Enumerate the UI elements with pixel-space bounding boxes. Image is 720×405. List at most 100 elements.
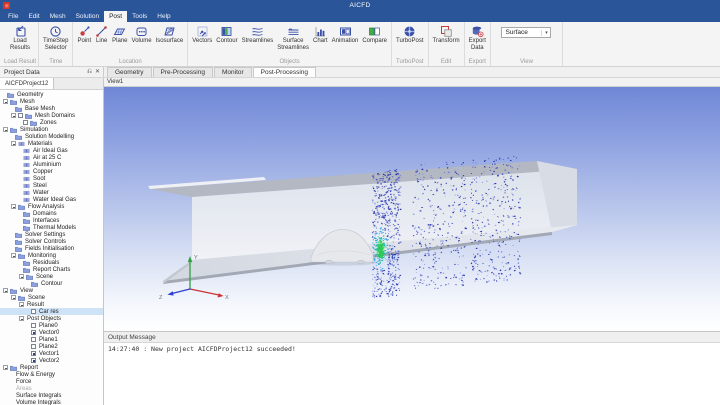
tree-item-vector1[interactable]: Vector1 xyxy=(0,350,103,357)
collapse-expander-icon[interactable] xyxy=(11,141,16,146)
tree-item-air-ideal-gas[interactable]: Air Ideal Gas xyxy=(0,147,103,154)
ribbon-button-load-results[interactable]: Load Results xyxy=(8,23,32,53)
tree-item-force[interactable]: Force xyxy=(0,378,103,385)
ribbon-button-streamlines[interactable]: Streamlines xyxy=(240,23,276,46)
ribbon-button-chart[interactable]: Chart xyxy=(311,23,330,46)
ribbon-button-plane[interactable]: Plane xyxy=(110,23,129,46)
tree-item-vector2[interactable]: Vector2 xyxy=(0,357,103,364)
ribbon-button-export-data[interactable]: Export Data xyxy=(467,23,488,53)
ribbon-button-point[interactable]: Point xyxy=(75,23,93,46)
ribbon-button-transform[interactable]: Transform xyxy=(431,23,462,46)
tree-item-volume-integrals[interactable]: Volume Integrals xyxy=(0,399,103,405)
menu-post[interactable]: Post xyxy=(104,11,128,22)
visibility-checkbox[interactable] xyxy=(31,309,36,314)
tree-item-car-res[interactable]: Car res xyxy=(0,308,103,315)
tree-item-plane1[interactable]: Plane1 xyxy=(0,336,103,343)
collapse-expander-icon[interactable] xyxy=(19,274,24,279)
visibility-checkbox[interactable] xyxy=(31,323,36,328)
collapse-expander-icon[interactable] xyxy=(3,365,8,370)
tab-post-processing[interactable]: Post-Processing xyxy=(252,67,316,77)
surface-view-select[interactable]: Surface ▾ xyxy=(501,27,552,38)
project-tab[interactable]: AICFDProject12 xyxy=(0,78,55,89)
collapse-expander-icon[interactable] xyxy=(11,253,16,258)
tree-item-result[interactable]: Result xyxy=(0,301,103,308)
visibility-checkbox[interactable] xyxy=(23,120,28,125)
collapse-expander-icon[interactable] xyxy=(3,99,8,104)
tree-item-solver-controls[interactable]: Solver Controls xyxy=(0,238,103,245)
tree-item-view[interactable]: View xyxy=(0,287,103,294)
tree-item-thermal-models[interactable]: Thermal Models xyxy=(0,224,103,231)
tree-item-flow-energy[interactable]: Flow & Energy xyxy=(0,371,103,378)
ribbon-button-volume[interactable]: Volume xyxy=(130,23,154,46)
tree-item-mesh[interactable]: Mesh xyxy=(0,98,103,105)
ribbon-button-timestep[interactable]: TimeStep Selector xyxy=(41,23,70,53)
tree-item-surface-integrals[interactable]: Surface Integrals xyxy=(0,392,103,399)
close-panel-icon[interactable]: ✕ xyxy=(95,69,100,75)
tree-item-water[interactable]: Water xyxy=(0,189,103,196)
tree-item-fields-initialisation[interactable]: Fields Initialisation xyxy=(0,245,103,252)
ribbon-button-line[interactable]: Line xyxy=(93,23,110,46)
tree-item-areas[interactable]: Areas xyxy=(0,385,103,392)
collapse-expander-icon[interactable] xyxy=(3,288,8,293)
collapse-expander-icon[interactable] xyxy=(3,127,8,132)
visibility-checkbox[interactable] xyxy=(31,351,36,356)
tree-item-base-mesh[interactable]: Base Mesh xyxy=(0,105,103,112)
collapse-expander-icon[interactable] xyxy=(11,113,16,118)
tree-item-report[interactable]: Report xyxy=(0,364,103,371)
collapse-expander-icon[interactable] xyxy=(11,204,16,209)
tree-item-vector0[interactable]: Vector0 xyxy=(0,329,103,336)
tree-item-plane2[interactable]: Plane2 xyxy=(0,343,103,350)
menu-help[interactable]: Help xyxy=(152,11,175,22)
ribbon-button-surface-streamlines[interactable]: Surface Streamlines xyxy=(275,23,311,53)
menu-file[interactable]: File xyxy=(3,11,23,22)
tree-item-contour[interactable]: Contour xyxy=(0,280,103,287)
ribbon-button-animation[interactable]: Animation xyxy=(330,23,361,46)
tree-item-report-charts[interactable]: Report Charts xyxy=(0,266,103,273)
tree-item-scene[interactable]: Scene xyxy=(0,273,103,280)
tree-item-air-at-25-c[interactable]: Air at 25 C xyxy=(0,154,103,161)
ribbon-button-isosurface[interactable]: Isosurface xyxy=(154,23,186,46)
tree-item-scene[interactable]: Scene xyxy=(0,294,103,301)
menu-edit[interactable]: Edit xyxy=(23,11,44,22)
ribbon-button-contour[interactable]: Contour xyxy=(214,23,239,46)
menu-tools[interactable]: Tools xyxy=(127,11,152,22)
tree-item-solver-settings[interactable]: Solver Settings xyxy=(0,231,103,238)
tree-item-monitoring[interactable]: Monitoring xyxy=(0,252,103,259)
menu-solution[interactable]: Solution xyxy=(71,11,105,22)
tree-item-flow-analysis[interactable]: Flow Analysis xyxy=(0,203,103,210)
ribbon-button-turbopost[interactable]: TurboPost xyxy=(394,23,425,46)
tree-item-materials[interactable]: Materials xyxy=(0,140,103,147)
tree-item-copper[interactable]: Copper xyxy=(0,168,103,175)
tree-item-interfaces[interactable]: Interfaces xyxy=(0,217,103,224)
tree-item-soot[interactable]: Soot xyxy=(0,175,103,182)
collapse-expander-icon[interactable] xyxy=(19,316,24,321)
tree-item-simulation[interactable]: Simulation xyxy=(0,126,103,133)
ribbon-button-compare[interactable]: Compare xyxy=(360,23,389,46)
tree-item-aluminium[interactable]: Aluminium xyxy=(0,161,103,168)
tree-item-post-objects[interactable]: Post Objects xyxy=(0,315,103,322)
tree-item-plane0[interactable]: Plane0 xyxy=(0,322,103,329)
tree-item-steel[interactable]: Steel xyxy=(0,182,103,189)
tree-item-water-ideal-gas[interactable]: Water Ideal Gas xyxy=(0,196,103,203)
tree-item-domains[interactable]: Domains xyxy=(0,210,103,217)
tab-geometry[interactable]: Geometry xyxy=(107,67,152,77)
menu-mesh[interactable]: Mesh xyxy=(45,11,71,22)
tree-item-zones[interactable]: Zones xyxy=(0,119,103,126)
pin-panel-icon[interactable]: ⎌ xyxy=(87,69,92,75)
visibility-checkbox[interactable] xyxy=(31,330,36,335)
output-panel-header[interactable]: Output Message xyxy=(104,332,720,343)
tree-item-residuals[interactable]: Residuals xyxy=(0,259,103,266)
visibility-checkbox[interactable] xyxy=(31,358,36,363)
3d-viewport[interactable]: Y X Z xyxy=(104,87,720,331)
tree-item-geometry[interactable]: Geometry xyxy=(0,91,103,98)
visibility-checkbox[interactable] xyxy=(31,344,36,349)
collapse-expander-icon[interactable] xyxy=(11,295,16,300)
tree-item-mesh-domains[interactable]: Mesh Domains xyxy=(0,112,103,119)
collapse-expander-icon[interactable] xyxy=(19,302,24,307)
tab-monitor[interactable]: Monitor xyxy=(213,67,252,77)
tab-pre-processing[interactable]: Pre-Processing xyxy=(152,67,213,77)
visibility-checkbox[interactable] xyxy=(31,337,36,342)
tree-item-solution-modelling[interactable]: Solution Modelling xyxy=(0,133,103,140)
visibility-checkbox[interactable] xyxy=(18,113,23,118)
ribbon-button-vectors[interactable]: Vectors xyxy=(190,23,214,46)
